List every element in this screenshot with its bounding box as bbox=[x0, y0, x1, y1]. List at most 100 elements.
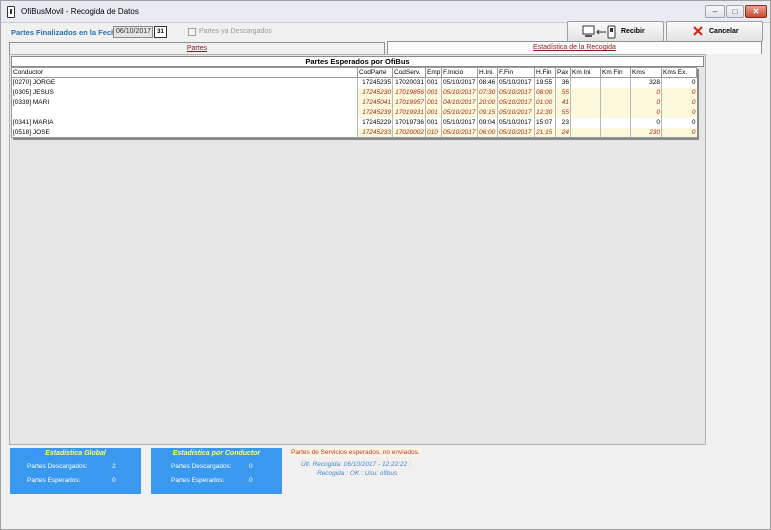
stats-conductor-panel: Estadística por Conductor Partes Descarg… bbox=[151, 448, 282, 494]
minimize-button[interactable]: – bbox=[705, 5, 725, 18]
table-cell bbox=[600, 97, 631, 108]
table-cell bbox=[570, 77, 601, 88]
global-descargados-label: Partes Descargados: bbox=[27, 463, 88, 470]
calendar-icon[interactable]: 31 bbox=[154, 26, 167, 38]
table-row[interactable]: [0518] JOSE 17245233 17020002 010 05/10/2017… bbox=[11, 127, 697, 138]
table-cell: 17019931 bbox=[392, 107, 426, 118]
table-cell: 23 bbox=[555, 117, 571, 128]
table-cell: 0 bbox=[661, 97, 697, 108]
table-cell: 05/10/2017 bbox=[441, 107, 478, 118]
conductor-esperados-label: Partes Esperados: bbox=[171, 477, 225, 484]
table-cell bbox=[570, 87, 601, 98]
table-cell bbox=[570, 127, 601, 138]
table-cell: 05/10/2017 bbox=[497, 87, 535, 98]
table-cell: 17245235 bbox=[357, 77, 393, 88]
col-header[interactable]: Kms Ex. bbox=[661, 67, 697, 78]
maximize-button[interactable]: □ bbox=[726, 5, 744, 18]
table-cell: 36 bbox=[555, 77, 571, 88]
stats-global-panel: Estadística Global Partes Descargados: 2… bbox=[10, 448, 141, 494]
table-cell bbox=[600, 77, 631, 88]
table-cell bbox=[600, 87, 631, 98]
col-header[interactable]: CodServ. bbox=[392, 67, 426, 78]
table-row[interactable]: [0305] JESUS 17245230 17019856 001 05/10/201… bbox=[11, 87, 697, 98]
conductor-esperados-value: 0 bbox=[249, 477, 253, 484]
table-cell: 0 bbox=[661, 87, 697, 98]
table-cell: 17245239 bbox=[357, 107, 393, 118]
conductor-descargados-label: Partes Descargados: bbox=[171, 463, 232, 470]
col-header[interactable]: H.Ini. bbox=[477, 67, 498, 78]
cancelar-label: Cancelar bbox=[709, 28, 739, 35]
grid-title: Partes Esperados por OfiBus bbox=[11, 56, 704, 67]
app-window: OfiBusMovil - Recogida de Datos – □ ✕ Pa… bbox=[0, 0, 771, 530]
col-header[interactable]: Conductor bbox=[11, 67, 358, 78]
table-cell: 0 bbox=[661, 127, 697, 138]
col-header[interactable]: CodParte bbox=[357, 67, 393, 78]
table-cell: 41 bbox=[555, 97, 571, 108]
col-header[interactable]: F.Inicio bbox=[441, 67, 478, 78]
table-cell: 05/10/2017 bbox=[497, 107, 535, 118]
fecha-label: Partes Finalizados en la Fecha bbox=[11, 28, 120, 37]
tab-partes[interactable]: Partes bbox=[9, 42, 385, 54]
col-header[interactable]: Pax bbox=[555, 67, 571, 78]
phone-icon bbox=[7, 6, 15, 18]
conductor-cell bbox=[11, 107, 358, 118]
descargados-checkbox[interactable] bbox=[188, 28, 196, 36]
fecha-field[interactable]: 06/10/2017 bbox=[113, 26, 153, 38]
table-cell: 17019957 bbox=[392, 97, 426, 108]
table-row[interactable]: [0341] MARIA 17245229 17019736 001 05/10/201… bbox=[11, 117, 697, 128]
phone-to-pc-icon bbox=[582, 25, 616, 39]
stats-conductor-title: Estadística por Conductor bbox=[172, 450, 261, 457]
table-cell bbox=[570, 107, 601, 118]
table-row[interactable]: 17245239 17019931 001 05/10/2017 09:15 05/10/… bbox=[11, 107, 697, 118]
tab-estadistica[interactable]: Estadística de la Recogida bbox=[387, 41, 762, 54]
col-header[interactable]: Km Fin bbox=[600, 67, 631, 78]
table-cell: 0 bbox=[630, 117, 662, 128]
table-cell: 0 bbox=[630, 97, 662, 108]
window-title: OfiBusMovil - Recogida de Datos bbox=[21, 7, 139, 16]
conductor-cell: [0341] MARIA bbox=[11, 117, 358, 128]
table-cell: 0 bbox=[661, 77, 697, 88]
conductor-descargados-value: 0 bbox=[249, 463, 253, 470]
table-cell: 09:15 bbox=[477, 107, 498, 118]
table-cell: 05/10/2017 bbox=[441, 117, 478, 128]
table-cell: 001 bbox=[425, 97, 442, 108]
estadistica-panel: Partes Esperados por OfiBus Conductor Co… bbox=[9, 54, 706, 445]
conductor-cell: [0270] JORGE bbox=[11, 77, 358, 88]
cancelar-button[interactable]: Cancelar bbox=[666, 21, 763, 42]
table-row[interactable]: [0339] MARI 17245041 17019957 001 04/10/2017… bbox=[11, 97, 697, 108]
col-header[interactable]: F.Fin bbox=[497, 67, 535, 78]
table-cell: 17245230 bbox=[357, 87, 393, 98]
table-cell: 001 bbox=[425, 107, 442, 118]
table-cell: 08:46 bbox=[477, 77, 498, 88]
table-cell: 17245041 bbox=[357, 97, 393, 108]
global-esperados-label: Partes Esperados: bbox=[27, 477, 81, 484]
table-cell: 06:00 bbox=[477, 127, 498, 138]
table-cell: 55 bbox=[555, 107, 571, 118]
conductor-cell: [0518] JOSE bbox=[11, 127, 358, 138]
table-cell bbox=[570, 97, 601, 108]
table-cell: 24 bbox=[555, 127, 571, 138]
descargados-label: Partes ya Descargados bbox=[199, 28, 272, 35]
recibir-button[interactable]: Recibir bbox=[567, 21, 664, 42]
conductor-cell: [0305] JESUS bbox=[11, 87, 358, 98]
col-header[interactable]: H.Fin bbox=[534, 67, 556, 78]
table-cell bbox=[600, 117, 631, 128]
table-cell: 05/10/2017 bbox=[497, 97, 535, 108]
col-header[interactable]: Kms bbox=[630, 67, 662, 78]
table-cell: 17245229 bbox=[357, 117, 393, 128]
table-cell: 001 bbox=[425, 87, 442, 98]
close-button[interactable]: ✕ bbox=[745, 5, 767, 18]
table-cell: 230 bbox=[630, 127, 662, 138]
table-cell: 20:00 bbox=[477, 97, 498, 108]
table-cell bbox=[600, 107, 631, 118]
table-cell: 21:15 bbox=[534, 127, 556, 138]
col-header[interactable]: Emp bbox=[425, 67, 442, 78]
table-cell: 05/10/2017 bbox=[441, 87, 478, 98]
col-header[interactable]: Km Ini bbox=[570, 67, 601, 78]
table-cell bbox=[570, 117, 601, 128]
table-cell: 19:55 bbox=[534, 77, 556, 88]
partes-grid[interactable]: Conductor CodParte CodServ. Emp F.Inicio… bbox=[11, 67, 697, 138]
table-row[interactable]: [0270] JORGE 17245235 17020031 001 05/10/201… bbox=[11, 77, 697, 88]
grid-header-row: Conductor CodParte CodServ. Emp F.Inicio… bbox=[11, 67, 697, 78]
table-cell: 12:30 bbox=[534, 107, 556, 118]
